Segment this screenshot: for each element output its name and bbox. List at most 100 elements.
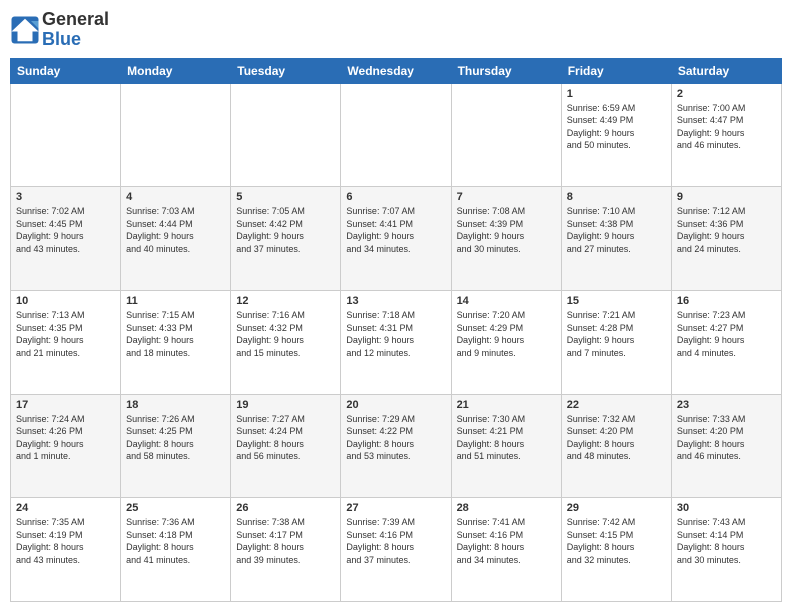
day-header-saturday: Saturday <box>671 58 781 83</box>
day-number: 18 <box>126 399 225 411</box>
day-info: Sunrise: 7:20 AM Sunset: 4:29 PM Dayligh… <box>457 309 556 359</box>
calendar-cell <box>231 83 341 187</box>
day-header-sunday: Sunday <box>11 58 121 83</box>
day-number: 26 <box>236 502 335 514</box>
day-number: 13 <box>346 295 445 307</box>
day-number: 24 <box>16 502 115 514</box>
day-info: Sunrise: 7:02 AM Sunset: 4:45 PM Dayligh… <box>16 205 115 255</box>
calendar-cell: 21 Sunrise: 7:30 AM Sunset: 4:21 PM Dayli… <box>451 394 561 498</box>
day-info: Sunrise: 7:35 AM Sunset: 4:19 PM Dayligh… <box>16 516 115 566</box>
calendar-cell: 9Sunrise: 7:12 AM Sunset: 4:36 PM Daylig… <box>671 187 781 291</box>
day-info: Sunrise: 7:15 AM Sunset: 4:33 PM Dayligh… <box>126 309 225 359</box>
logo-icon <box>10 15 40 45</box>
calendar-cell: 17 Sunrise: 7:24 AM Sunset: 4:26 PM Dayli… <box>11 394 121 498</box>
day-number: 5 <box>236 191 335 203</box>
calendar-cell: 2Sunrise: 7:00 AM Sunset: 4:47 PM Daylig… <box>671 83 781 187</box>
day-number: 27 <box>346 502 445 514</box>
day-number: 19 <box>236 399 335 411</box>
day-header-friday: Friday <box>561 58 671 83</box>
day-info: Sunrise: 7:08 AM Sunset: 4:39 PM Dayligh… <box>457 205 556 255</box>
day-info: Sunrise: 7:42 AM Sunset: 4:15 PM Dayligh… <box>567 516 666 566</box>
day-number: 20 <box>346 399 445 411</box>
calendar-cell: 18 Sunrise: 7:26 AM Sunset: 4:25 PM Dayli… <box>121 394 231 498</box>
calendar-cell: 8 Sunrise: 7:10 AM Sunset: 4:38 PM Daylig… <box>561 187 671 291</box>
page: GeneralBlue SundayMondayTuesdayWednesday… <box>0 0 792 612</box>
day-info: Sunrise: 7:29 AM Sunset: 4:22 PM Dayligh… <box>346 413 445 463</box>
day-number: 14 <box>457 295 556 307</box>
calendar-cell: 29 Sunrise: 7:42 AM Sunset: 4:15 PM Dayli… <box>561 498 671 602</box>
day-info: Sunrise: 7:18 AM Sunset: 4:31 PM Dayligh… <box>346 309 445 359</box>
calendar-cell: 3 Sunrise: 7:02 AM Sunset: 4:45 PM Daylig… <box>11 187 121 291</box>
day-number: 16 <box>677 295 776 307</box>
calendar-cell: 10 Sunrise: 7:13 AM Sunset: 4:35 PM Dayli… <box>11 290 121 394</box>
logo-general: General <box>42 10 109 30</box>
week-row-3: 17 Sunrise: 7:24 AM Sunset: 4:26 PM Dayli… <box>11 394 782 498</box>
day-info: Sunrise: 7:13 AM Sunset: 4:35 PM Dayligh… <box>16 309 115 359</box>
day-number: 30 <box>677 502 776 514</box>
day-info: Sunrise: 7:33 AM Sunset: 4:20 PM Dayligh… <box>677 413 776 463</box>
logo-blue: Blue <box>42 30 109 50</box>
calendar-cell: 11 Sunrise: 7:15 AM Sunset: 4:33 PM Dayli… <box>121 290 231 394</box>
calendar-cell: 15 Sunrise: 7:21 AM Sunset: 4:28 PM Dayli… <box>561 290 671 394</box>
day-info: Sunrise: 7:07 AM Sunset: 4:41 PM Dayligh… <box>346 205 445 255</box>
week-row-2: 10 Sunrise: 7:13 AM Sunset: 4:35 PM Dayli… <box>11 290 782 394</box>
day-info: Sunrise: 7:43 AM Sunset: 4:14 PM Dayligh… <box>677 516 776 566</box>
calendar-table: SundayMondayTuesdayWednesdayThursdayFrid… <box>10 58 782 602</box>
day-number: 23 <box>677 399 776 411</box>
calendar-cell: 19 Sunrise: 7:27 AM Sunset: 4:24 PM Dayli… <box>231 394 341 498</box>
calendar-header-row: SundayMondayTuesdayWednesdayThursdayFrid… <box>11 58 782 83</box>
day-number: 3 <box>16 191 115 203</box>
calendar-cell: 30 Sunrise: 7:43 AM Sunset: 4:14 PM Dayli… <box>671 498 781 602</box>
day-info: Sunrise: 7:27 AM Sunset: 4:24 PM Dayligh… <box>236 413 335 463</box>
day-info: Sunrise: 7:32 AM Sunset: 4:20 PM Dayligh… <box>567 413 666 463</box>
day-info: Sunrise: 7:10 AM Sunset: 4:38 PM Dayligh… <box>567 205 666 255</box>
calendar-cell: 26 Sunrise: 7:38 AM Sunset: 4:17 PM Dayli… <box>231 498 341 602</box>
day-info: Sunrise: 7:05 AM Sunset: 4:42 PM Dayligh… <box>236 205 335 255</box>
calendar-cell: 12Sunrise: 7:16 AM Sunset: 4:32 PM Dayli… <box>231 290 341 394</box>
calendar-cell: 13 Sunrise: 7:18 AM Sunset: 4:31 PM Dayli… <box>341 290 451 394</box>
day-number: 2 <box>677 88 776 100</box>
header: GeneralBlue <box>10 10 782 50</box>
calendar-cell: 16Sunrise: 7:23 AM Sunset: 4:27 PM Dayli… <box>671 290 781 394</box>
calendar-cell: 24 Sunrise: 7:35 AM Sunset: 4:19 PM Dayli… <box>11 498 121 602</box>
day-info: Sunrise: 7:21 AM Sunset: 4:28 PM Dayligh… <box>567 309 666 359</box>
day-number: 8 <box>567 191 666 203</box>
day-info: Sunrise: 7:39 AM Sunset: 4:16 PM Dayligh… <box>346 516 445 566</box>
day-info: Sunrise: 7:24 AM Sunset: 4:26 PM Dayligh… <box>16 413 115 463</box>
day-number: 28 <box>457 502 556 514</box>
day-header-thursday: Thursday <box>451 58 561 83</box>
day-info: Sunrise: 7:03 AM Sunset: 4:44 PM Dayligh… <box>126 205 225 255</box>
calendar-cell: 1Sunrise: 6:59 AM Sunset: 4:49 PM Daylig… <box>561 83 671 187</box>
week-row-0: 1Sunrise: 6:59 AM Sunset: 4:49 PM Daylig… <box>11 83 782 187</box>
day-number: 17 <box>16 399 115 411</box>
day-info: Sunrise: 7:38 AM Sunset: 4:17 PM Dayligh… <box>236 516 335 566</box>
day-number: 10 <box>16 295 115 307</box>
day-number: 15 <box>567 295 666 307</box>
day-number: 21 <box>457 399 556 411</box>
day-number: 4 <box>126 191 225 203</box>
day-number: 22 <box>567 399 666 411</box>
day-number: 25 <box>126 502 225 514</box>
day-header-monday: Monday <box>121 58 231 83</box>
week-row-1: 3 Sunrise: 7:02 AM Sunset: 4:45 PM Daylig… <box>11 187 782 291</box>
calendar-cell: 28 Sunrise: 7:41 AM Sunset: 4:16 PM Dayli… <box>451 498 561 602</box>
calendar-cell <box>11 83 121 187</box>
calendar-cell: 20 Sunrise: 7:29 AM Sunset: 4:22 PM Dayli… <box>341 394 451 498</box>
calendar-cell <box>451 83 561 187</box>
day-number: 11 <box>126 295 225 307</box>
logo: GeneralBlue <box>10 10 109 50</box>
day-info: Sunrise: 7:26 AM Sunset: 4:25 PM Dayligh… <box>126 413 225 463</box>
calendar-cell: 14 Sunrise: 7:20 AM Sunset: 4:29 PM Dayli… <box>451 290 561 394</box>
calendar-cell: 25Sunrise: 7:36 AM Sunset: 4:18 PM Dayli… <box>121 498 231 602</box>
day-info: Sunrise: 7:30 AM Sunset: 4:21 PM Dayligh… <box>457 413 556 463</box>
day-number: 1 <box>567 88 666 100</box>
calendar-cell <box>341 83 451 187</box>
calendar-cell: 22 Sunrise: 7:32 AM Sunset: 4:20 PM Dayli… <box>561 394 671 498</box>
calendar-cell: 27 Sunrise: 7:39 AM Sunset: 4:16 PM Dayli… <box>341 498 451 602</box>
calendar-cell: 4 Sunrise: 7:03 AM Sunset: 4:44 PM Daylig… <box>121 187 231 291</box>
day-info: Sunrise: 7:41 AM Sunset: 4:16 PM Dayligh… <box>457 516 556 566</box>
day-header-tuesday: Tuesday <box>231 58 341 83</box>
calendar-cell: 5 Sunrise: 7:05 AM Sunset: 4:42 PM Daylig… <box>231 187 341 291</box>
day-number: 29 <box>567 502 666 514</box>
day-info: Sunrise: 7:16 AM Sunset: 4:32 PM Dayligh… <box>236 309 335 359</box>
